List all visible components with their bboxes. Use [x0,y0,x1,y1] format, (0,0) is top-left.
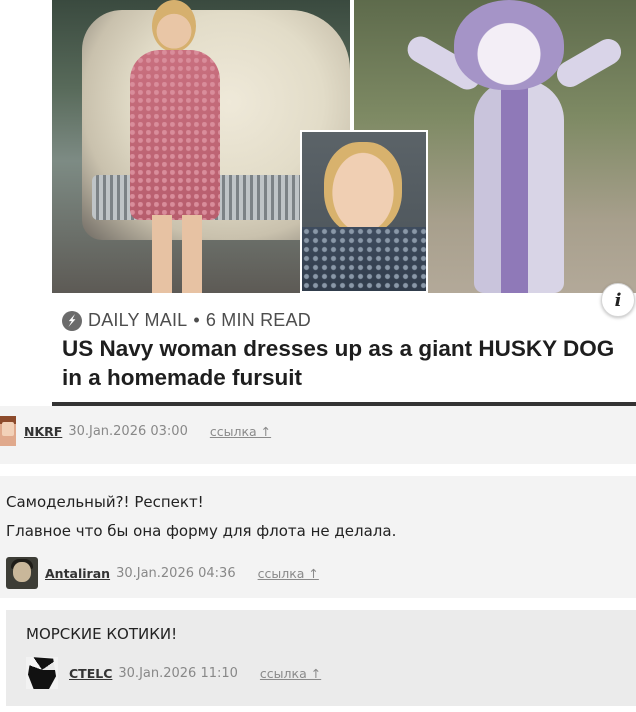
comment-block: NKRF 30.Jan.2026 03:00 ссылка ↑ [0,406,636,464]
anime-avatar-icon[interactable] [26,657,58,689]
comment-meta: NKRF 30.Jan.2026 03:00 ссылка ↑ [0,416,636,446]
username-link[interactable]: CTELC [69,666,112,681]
comment-meta: Antaliran 30.Jan.2026 04:36 ссылка ↑ [6,557,630,589]
navy-uniform-image [302,227,426,291]
pink-dress-image [130,50,220,220]
comment-line: Главное что бы она форму для флота не де… [6,522,397,540]
info-icon[interactable]: i [601,283,635,317]
comment-block: Самодельный?! Респект! Главное что бы он… [0,476,636,598]
article-headline[interactable]: US Navy woman dresses up as a giant HUSK… [62,334,622,392]
uniform-portrait-inset [300,130,428,293]
username-link[interactable]: NKRF [24,424,62,439]
article-photo-collage [52,0,636,293]
comment-timestamp: 30.Jan.2026 04:36 [116,565,236,581]
woman-head-image [152,0,196,52]
permalink-link[interactable]: ссылка ↑ [258,566,319,581]
comment-line: Самодельный?! Респект! [6,493,204,511]
permalink-link[interactable]: ссылка ↑ [260,666,321,681]
comment-timestamp: 30.Jan.2026 03:00 [68,423,188,439]
comment-text: МОРСКИЕ КОТИКИ! [26,625,178,643]
fursuit-head-image [454,0,564,90]
portrait-face-image [324,142,402,234]
legs-image [152,215,202,293]
reply-comment-block: МОРСКИЕ КОТИКИ! CTELC 30.Jan.2026 11:10 … [6,610,636,706]
comment-timestamp: 30.Jan.2026 11:10 [118,665,238,681]
portrait-avatar-icon[interactable] [6,557,38,589]
source-name: DAILY MAIL [88,310,188,330]
article-source-line: DAILY MAIL • 6 MIN READ [62,310,311,331]
lightning-bolt-icon [62,310,82,331]
username-link[interactable]: Antaliran [45,566,110,581]
permalink-link[interactable]: ссылка ↑ [210,424,271,439]
anime-avatar-icon[interactable] [0,416,16,446]
read-time: 6 MIN READ [205,310,311,330]
comment-text: Самодельный?! Респект! Главное что бы он… [6,488,630,546]
meta-separator: • [193,310,200,330]
article-card[interactable]: i DAILY MAIL • 6 MIN READ US Navy woman … [52,0,636,406]
fursuit-body-image [474,80,564,293]
comment-meta: CTELC 30.Jan.2026 11:10 ссылка ↑ [26,657,636,689]
